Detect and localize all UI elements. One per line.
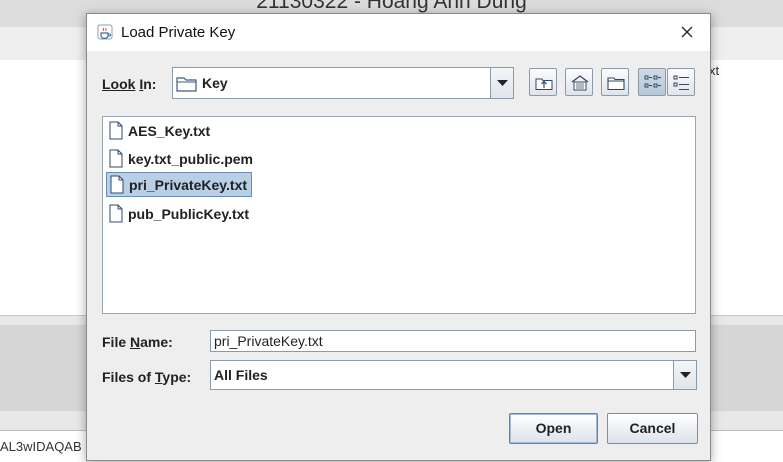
- file-icon: [110, 175, 124, 194]
- file-icon: [109, 121, 123, 140]
- file-icon: [109, 204, 123, 223]
- file-name-label: File Name:: [102, 334, 173, 350]
- new-folder-button[interactable]: [601, 68, 629, 96]
- new-folder-icon: [607, 77, 625, 91]
- files-of-type-combo[interactable]: All Files: [210, 360, 697, 390]
- file-name: AES_Key.txt: [128, 122, 211, 139]
- files-of-type-value: All Files: [214, 367, 268, 383]
- file-item-public-key[interactable]: pub_PublicKey.txt: [106, 201, 253, 226]
- folder-icon: [176, 77, 197, 92]
- load-private-key-dialog: Load Private Key Look In: Key AES_Key.tx…: [86, 13, 711, 461]
- up-one-level-icon: [535, 78, 553, 90]
- home-button[interactable]: [565, 68, 593, 96]
- details-view-icon: [673, 75, 689, 90]
- chevron-down-icon[interactable]: [490, 68, 513, 98]
- file-item-public-pem[interactable]: key.txt_public.pem: [106, 146, 257, 171]
- file-list[interactable]: AES_Key.txt key.txt_public.pem pri_Priva…: [102, 116, 696, 314]
- list-view-button[interactable]: [638, 68, 666, 96]
- cancel-button[interactable]: Cancel: [607, 413, 698, 444]
- look-in-label: Look In:: [102, 76, 157, 92]
- file-icon: [109, 149, 123, 168]
- java-icon: [97, 24, 113, 40]
- close-icon[interactable]: [674, 20, 700, 46]
- file-name-input[interactable]: [210, 330, 696, 352]
- dialog-title: Load Private Key: [121, 24, 236, 41]
- look-in-combo[interactable]: Key: [172, 67, 514, 99]
- look-in-value: Key: [202, 75, 228, 91]
- file-name: key.txt_public.pem: [128, 150, 254, 167]
- dialog-titlebar[interactable]: Load Private Key: [87, 14, 710, 51]
- app-table-cell: AL3wIDAQAB: [0, 439, 82, 454]
- files-of-type-label: Files of Type:: [102, 369, 192, 385]
- open-button[interactable]: Open: [509, 413, 598, 444]
- file-name: pub_PublicKey.txt: [128, 205, 250, 222]
- file-name: pri_PrivateKey.txt: [129, 176, 248, 193]
- details-view-button[interactable]: [667, 68, 695, 96]
- up-one-level-button[interactable]: [529, 68, 557, 96]
- list-view-icon: [644, 75, 661, 88]
- file-item-aes-key[interactable]: AES_Key.txt: [106, 118, 214, 143]
- chevron-down-icon[interactable]: [673, 361, 696, 389]
- file-item-private-key[interactable]: pri_PrivateKey.txt: [106, 172, 253, 197]
- home-icon: [571, 75, 589, 91]
